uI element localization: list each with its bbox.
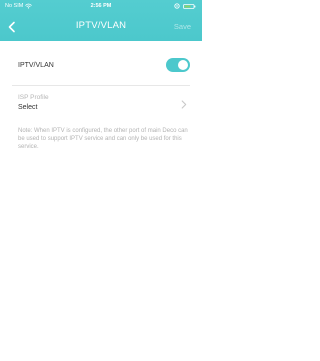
battery-icon	[183, 3, 196, 9]
header: No SIM 2:56 PM IPTV/VLAN Save	[0, 0, 202, 41]
save-button[interactable]: Save	[174, 21, 191, 32]
status-bar: No SIM 2:56 PM	[0, 0, 202, 12]
page-title: IPTV/VLAN	[75, 20, 127, 31]
toggle-knob	[178, 60, 188, 70]
iptv-toggle-row[interactable]: IPTV/VLAN	[0, 49, 202, 83]
divider	[12, 85, 190, 86]
iptv-label: IPTV/VLAN	[18, 62, 54, 69]
isp-profile-label: ISP Profile	[18, 94, 49, 101]
isp-profile-row[interactable]: ISP Profile Select	[0, 88, 202, 121]
settings-content: IPTV/VLAN ISP Profile Select Note: When …	[0, 41, 202, 361]
nav-bar: IPTV/VLAN Save	[0, 12, 202, 41]
status-icons	[174, 3, 196, 9]
phone-screen: No SIM 2:56 PM IPTV/VLAN Save IPTV/VLAN …	[0, 0, 202, 361]
iptv-toggle[interactable]	[166, 58, 190, 72]
location-icon	[174, 3, 180, 9]
clock: 2:56 PM	[90, 3, 112, 9]
iptv-note: Note: When IPTV is configured, the other…	[18, 128, 188, 150]
isp-profile-value: Select	[18, 104, 38, 111]
chevron-right-icon	[181, 100, 187, 109]
